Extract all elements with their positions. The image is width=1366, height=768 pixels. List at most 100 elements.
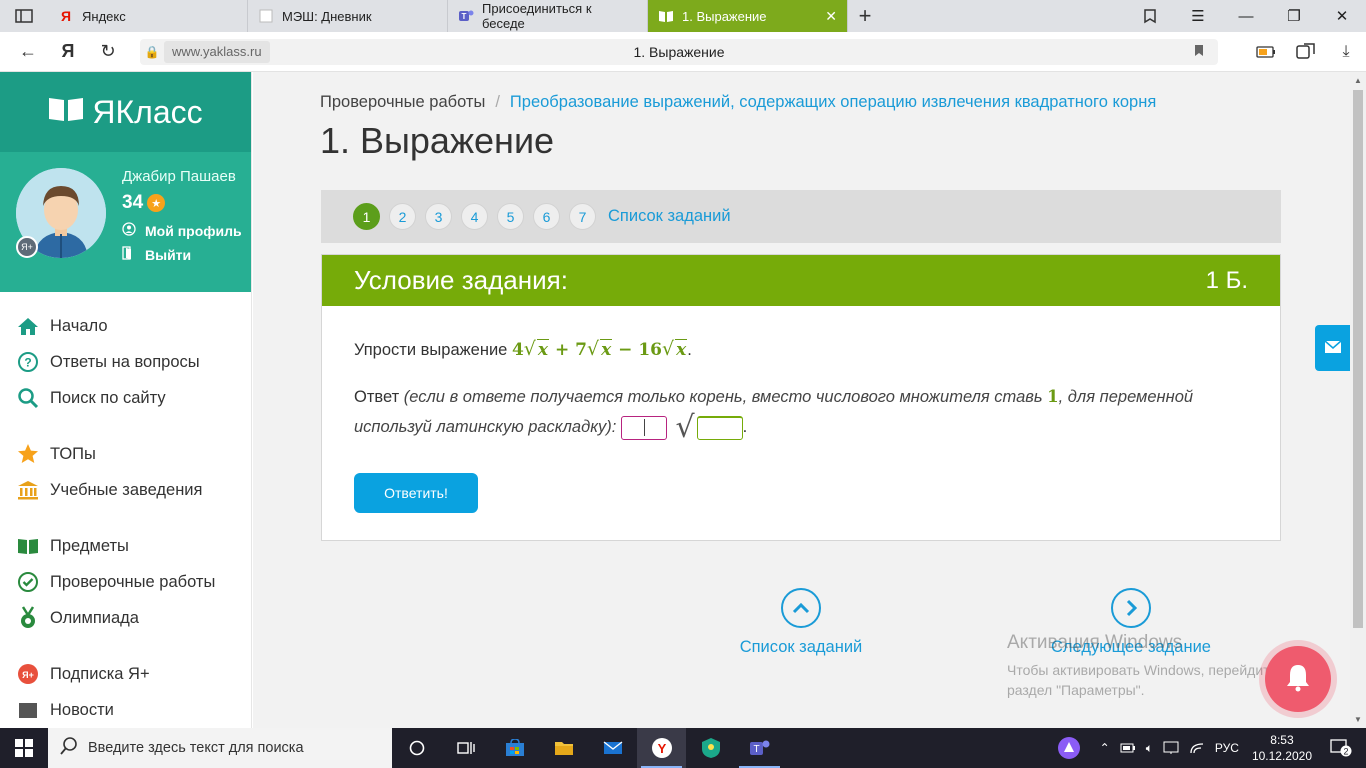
clock[interactable]: 8:53 10.12.2020 bbox=[1244, 732, 1320, 764]
browser-tab-active[interactable]: 1. Выражение ✕ bbox=[648, 0, 848, 32]
teams-app-icon[interactable]: T bbox=[735, 728, 784, 768]
new-tab-button[interactable]: + bbox=[848, 0, 882, 32]
radicand-input[interactable] bbox=[696, 415, 743, 440]
file-explorer-icon[interactable] bbox=[539, 728, 588, 768]
volume-icon[interactable]: 🔈︎ bbox=[1141, 741, 1158, 756]
answer-sqrt-icon: √ bbox=[675, 409, 695, 445]
breadcrumb-topic-link[interactable]: Преобразование выражений, содержащих опе… bbox=[510, 93, 1156, 111]
expr-var-3: x bbox=[675, 339, 688, 360]
task-view-icon[interactable] bbox=[441, 728, 490, 768]
logout-link[interactable]: Выйти bbox=[122, 246, 191, 263]
bookmark-icon[interactable] bbox=[1194, 44, 1204, 60]
breadcrumb-root[interactable]: Проверочные работы bbox=[320, 93, 485, 111]
watermark-line-3: раздел "Параметры". bbox=[1007, 682, 1145, 698]
sidebar-item-subscription[interactable]: Я+ Подписка Я+ bbox=[0, 656, 251, 692]
feedback-mail-button[interactable] bbox=[1315, 325, 1350, 371]
tab-label: Яндекс bbox=[82, 8, 126, 24]
sidebar-item-tops[interactable]: ТОПы bbox=[0, 436, 251, 472]
profile-link-label: Мой профиль bbox=[145, 222, 242, 239]
battery-icon[interactable] bbox=[1115, 743, 1141, 753]
yandex-icon: Я bbox=[60, 8, 72, 24]
wifi-icon[interactable] bbox=[1184, 741, 1210, 755]
cortana-icon[interactable] bbox=[392, 728, 441, 768]
sidebar-item-news[interactable]: Новости bbox=[0, 692, 251, 728]
sidebar-item-home[interactable]: Начало bbox=[0, 308, 251, 344]
scroll-down-icon[interactable]: ▼ bbox=[1354, 715, 1362, 724]
chevron-right-icon bbox=[1111, 588, 1151, 628]
tabs-panel-icon[interactable] bbox=[0, 0, 48, 32]
browser-tab-yandex[interactable]: Я Яндекс bbox=[48, 0, 248, 32]
scroll-up-icon[interactable]: ▲ bbox=[1354, 76, 1362, 85]
sidebar-item-olympiad[interactable]: Олимпиада bbox=[0, 600, 251, 636]
browser-tab-mesh[interactable]: МЭШ: Дневник bbox=[248, 0, 448, 32]
profile-link[interactable]: Мой профиль bbox=[122, 222, 242, 239]
sidebar-item-subjects[interactable]: Предметы bbox=[0, 528, 251, 564]
downloads-icon[interactable]: ⤓ bbox=[1326, 32, 1366, 72]
task-list-link[interactable]: Список заданий bbox=[608, 207, 731, 226]
url-domain: www.yaklass.ru bbox=[164, 41, 270, 63]
page-scrollbar[interactable]: ▲ ▼ bbox=[1350, 72, 1366, 728]
sidebar-item-answers[interactable]: ? Ответы на вопросы bbox=[0, 344, 251, 380]
svg-text:Я+: Я+ bbox=[22, 670, 34, 680]
browser-tab-teams[interactable]: T Присоединиться к беседе bbox=[448, 0, 648, 32]
notifications-bell-button[interactable] bbox=[1265, 646, 1331, 712]
extensions-icon[interactable] bbox=[1286, 32, 1326, 72]
battery-saver-icon[interactable] bbox=[1246, 32, 1286, 72]
mail-app-icon[interactable] bbox=[588, 728, 637, 768]
network-icon[interactable] bbox=[1158, 741, 1184, 755]
minimize-icon[interactable]: — bbox=[1222, 0, 1270, 32]
yandex-browser-icon[interactable]: Y bbox=[637, 728, 686, 768]
sidebar-item-search[interactable]: Поиск по сайту bbox=[0, 380, 251, 416]
chevron-up-icon bbox=[781, 588, 821, 628]
scrollbar-thumb[interactable] bbox=[1353, 90, 1363, 628]
blank-page-icon bbox=[258, 8, 274, 24]
store-icon[interactable] bbox=[490, 728, 539, 768]
lock-icon[interactable]: 🔒 bbox=[140, 45, 164, 59]
svg-text:?: ? bbox=[24, 356, 31, 370]
tray-expand-icon[interactable]: ⌃ bbox=[1086, 741, 1115, 755]
sidebar-item-institutions[interactable]: Учебные заведения bbox=[0, 472, 251, 508]
news-icon bbox=[16, 698, 40, 722]
logout-link-label: Выйти bbox=[145, 246, 192, 263]
breadcrumb: Проверочные работы / Преобразование выраже… bbox=[320, 93, 1156, 112]
yandex-home-button[interactable]: Я bbox=[48, 32, 88, 72]
notification-center-button[interactable]: 2 bbox=[1320, 739, 1366, 757]
coefficient-input[interactable] bbox=[620, 415, 667, 440]
close-tab-icon[interactable]: ✕ bbox=[825, 8, 837, 25]
task-header: Условие задания: 1 Б. bbox=[322, 255, 1280, 306]
back-button[interactable]: ← bbox=[8, 32, 48, 72]
question-number-4[interactable]: 4 bbox=[461, 203, 488, 230]
restore-icon[interactable]: ❐ bbox=[1270, 0, 1318, 32]
browser-tab-bar: Я Яндекс МЭШ: Дневник T Присоединиться к… bbox=[0, 0, 1366, 32]
question-number-6[interactable]: 6 bbox=[533, 203, 560, 230]
expr-var-1: x bbox=[536, 339, 550, 360]
alice-icon[interactable] bbox=[1052, 736, 1086, 760]
start-button[interactable] bbox=[0, 728, 48, 768]
site-logo[interactable]: ЯКласс bbox=[0, 72, 251, 152]
sidebar-item-tests[interactable]: Проверочные работы bbox=[0, 564, 251, 600]
kaspersky-icon[interactable] bbox=[686, 728, 735, 768]
question-number-5[interactable]: 5 bbox=[497, 203, 524, 230]
watermark-text: Чтобы активировать Windows, перейдите в … bbox=[1007, 660, 1289, 700]
bottom-task-list-link[interactable]: Список заданий bbox=[701, 588, 901, 657]
menu-icon[interactable]: ☰ bbox=[1174, 0, 1222, 32]
user-panel: Я+ Джабир Пашаев 34 ★ Мой профиль Выйти bbox=[0, 152, 251, 292]
window-controls: ☰ — ❐ ✕ bbox=[1126, 0, 1366, 32]
question-number-1[interactable]: 1 bbox=[353, 203, 380, 230]
logo-book-icon bbox=[48, 96, 84, 129]
reload-button[interactable]: ↻ bbox=[88, 32, 128, 72]
question-number-2[interactable]: 2 bbox=[389, 203, 416, 230]
user-name[interactable]: Джабир Пашаев bbox=[122, 168, 236, 185]
expr-end: . bbox=[687, 341, 692, 359]
search-icon bbox=[16, 386, 40, 410]
language-indicator[interactable]: РУС bbox=[1210, 741, 1244, 755]
question-number-3[interactable]: 3 bbox=[425, 203, 452, 230]
bookmarks-icon[interactable] bbox=[1126, 0, 1174, 32]
taskbar-search[interactable]: Введите здесь текст для поиска bbox=[48, 728, 392, 768]
url-field[interactable]: 🔒 www.yaklass.ru 1. Выражение bbox=[140, 39, 1218, 65]
medal-icon bbox=[16, 606, 40, 630]
clock-time: 8:53 bbox=[1270, 733, 1294, 747]
close-window-icon[interactable]: ✕ bbox=[1318, 0, 1366, 32]
question-number-7[interactable]: 7 bbox=[569, 203, 596, 230]
submit-answer-button[interactable]: Ответить! bbox=[354, 472, 478, 513]
